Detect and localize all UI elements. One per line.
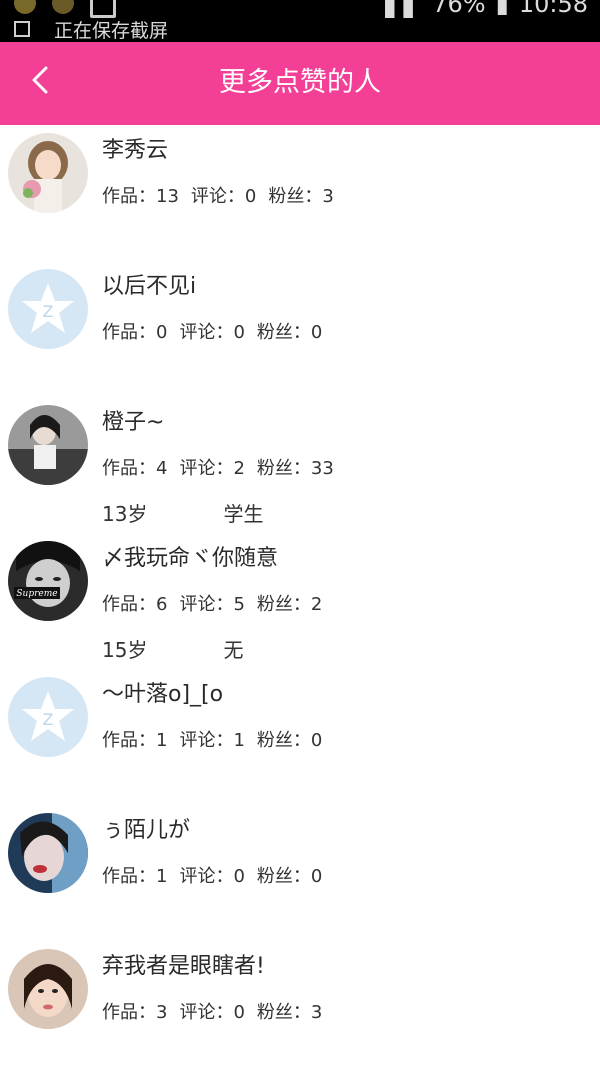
svg-text:Z: Z <box>43 710 54 729</box>
user-occupation: 无 <box>223 638 244 662</box>
user-name: 橙子~ <box>102 410 165 435</box>
list-item[interactable]: Z ～叶落o]_[o 作品：1 评论：1 粉丝：0 <box>0 669 600 805</box>
works-count: 作品：3 <box>102 1002 168 1023</box>
user-name: ～叶落o]_[o <box>102 682 224 707</box>
comments-count: 评论：1 <box>179 730 245 751</box>
user-stats: 作品：3 评论：0 粉丝：3 <box>102 1001 322 1025</box>
list-item[interactable]: 弃我者是眼瞎者! 作品：3 评论：0 粉丝：3 <box>0 941 600 1077</box>
fans-count: 粉丝：3 <box>256 1002 323 1023</box>
battery-percent: 76% <box>432 0 486 18</box>
works-count: 作品：1 <box>102 866 168 887</box>
avatar[interactable] <box>8 405 88 485</box>
photo-avatar-icon <box>8 949 88 1029</box>
list-item[interactable]: 橙子~ 作品：4 评论：2 粉丝：33 13岁 学生 <box>0 397 600 533</box>
fans-count: 粉丝：3 <box>268 186 334 207</box>
works-count: 作品：6 <box>102 594 168 615</box>
top-bar: 更多点赞的人 <box>0 42 600 125</box>
avatar[interactable]: Z <box>8 269 88 349</box>
avatar[interactable] <box>8 813 88 893</box>
works-count: 作品：4 <box>102 458 168 479</box>
comments-count: 评论：0 <box>179 322 245 343</box>
user-stats: 作品：13 评论：0 粉丝：3 <box>102 185 334 209</box>
svg-text:Z: Z <box>43 302 54 321</box>
works-count: 作品：1 <box>102 730 168 751</box>
list-item[interactable]: Supreme 〆我玩命ヾ你随意 作品：6 评论：5 粉丝：2 15岁 无 <box>0 533 600 669</box>
page-title: 更多点赞的人 <box>219 67 381 98</box>
bw-photo-avatar-icon: Supreme <box>8 541 88 621</box>
comments-count: 评论：5 <box>179 594 245 615</box>
user-occupation: 学生 <box>223 502 264 526</box>
cartoon-girl-avatar-icon <box>8 133 88 213</box>
likers-list: 李秀云 作品：13 评论：0 粉丝：3 Z 以后不见i 作品：0 评论：0 粉丝… <box>0 125 600 1077</box>
avatar[interactable]: Supreme <box>8 541 88 621</box>
user-stats: 作品：0 评论：0 粉丝：0 <box>102 321 322 345</box>
list-item[interactable]: Z 以后不见i 作品：0 评论：0 粉丝：0 <box>0 261 600 397</box>
photo-avatar-icon <box>8 813 88 893</box>
screenshot-saving-notice: 正在保存截屏 <box>14 14 168 42</box>
fans-count: 粉丝：0 <box>256 730 323 751</box>
fans-count: 粉丝：33 <box>256 458 334 479</box>
default-qq-avatar-icon: Z <box>8 677 88 757</box>
works-count: 作品：13 <box>102 186 179 207</box>
comments-count: 评论：0 <box>179 866 245 887</box>
user-age: 15岁 <box>102 638 148 662</box>
fans-count: 粉丝：0 <box>256 322 323 343</box>
list-item[interactable]: ぅ陌儿が 作品：1 评论：0 粉丝：0 <box>0 805 600 941</box>
user-name: 弃我者是眼瞎者! <box>102 954 265 979</box>
app-notification-icon <box>14 0 36 14</box>
user-stats: 作品：6 评论：5 粉丝：2 <box>102 593 322 617</box>
user-profile-info: 13岁 学生 <box>102 501 263 527</box>
fans-count: 粉丝：2 <box>256 594 323 615</box>
comments-count: 评论：0 <box>190 186 257 207</box>
battery-icon: ▮ <box>495 0 509 18</box>
user-stats: 作品：1 评论：0 粉丝：0 <box>102 865 322 889</box>
user-age: 13岁 <box>102 502 148 526</box>
list-item[interactable]: 李秀云 作品：13 评论：0 粉丝：3 <box>0 125 600 261</box>
avatar[interactable] <box>8 133 88 213</box>
user-profile-info: 15岁 无 <box>102 637 243 663</box>
user-name: 以后不见i <box>102 274 197 299</box>
clock: 10:58 <box>518 0 588 18</box>
signal-icon: ▌▌ <box>385 0 423 18</box>
user-name: 〆我玩命ヾ你随意 <box>102 546 279 571</box>
supreme-logo-text: Supreme <box>16 589 57 599</box>
comments-count: 评论：2 <box>179 458 245 479</box>
fans-count: 粉丝：0 <box>256 866 323 887</box>
avatar[interactable]: Z <box>8 677 88 757</box>
user-stats: 作品：1 评论：1 粉丝：0 <box>102 729 322 753</box>
notice-text: 正在保存截屏 <box>54 19 169 42</box>
app-notification-icon <box>52 0 74 14</box>
default-qq-avatar-icon: Z <box>8 269 88 349</box>
status-right: ▌▌ 76% ▮ 10:58 <box>385 0 588 18</box>
avatar[interactable] <box>8 949 88 1029</box>
photo-avatar-icon <box>8 405 88 485</box>
comments-count: 评论：0 <box>179 1002 245 1023</box>
user-name: ぅ陌儿が <box>102 818 191 843</box>
user-stats: 作品：4 评论：2 粉丝：33 <box>102 457 334 481</box>
screenshot-icon <box>14 21 30 37</box>
works-count: 作品：0 <box>102 322 168 343</box>
status-bar: 正在保存截屏 ▌▌ 76% ▮ 10:58 <box>0 0 600 42</box>
user-name: 李秀云 <box>102 138 169 163</box>
